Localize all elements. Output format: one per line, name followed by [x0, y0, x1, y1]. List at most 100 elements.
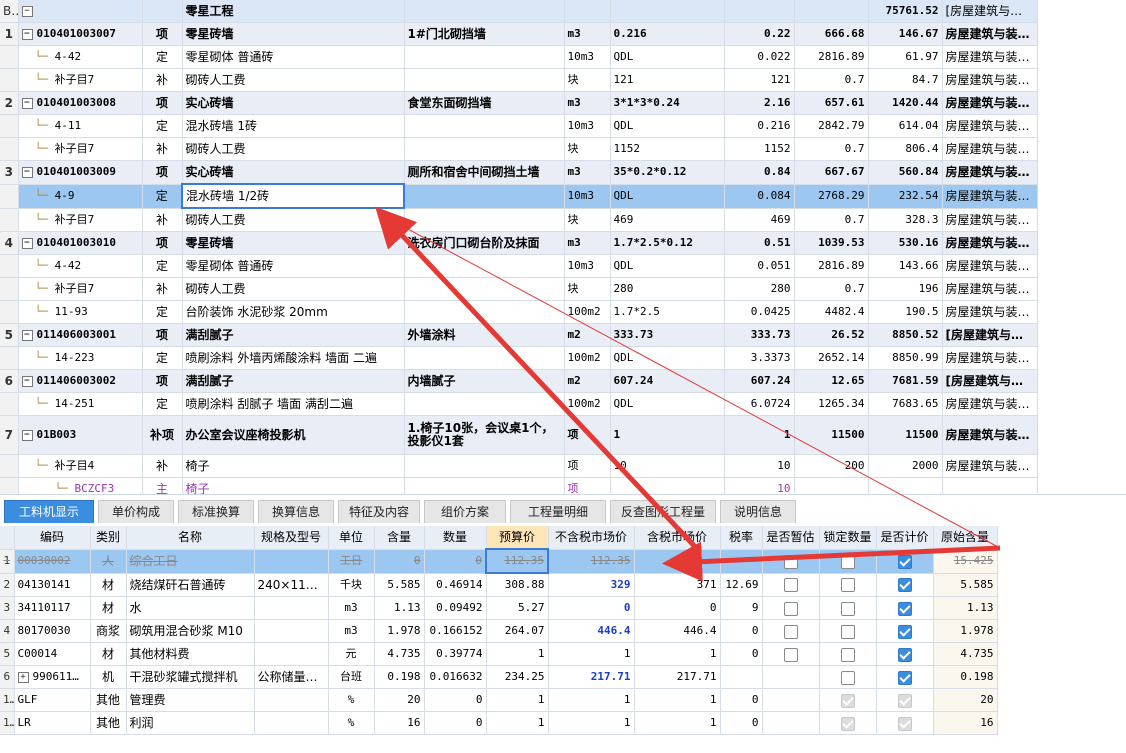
item-unit[interactable]: 块	[564, 137, 611, 161]
is-priced-checkbox[interactable]	[897, 578, 912, 593]
column-header-7[interactable]: 数量	[424, 526, 487, 550]
content[interactable]: 0.198	[374, 665, 425, 689]
total-price[interactable]: 84.7	[868, 68, 943, 92]
quantity[interactable]: 6.0724	[724, 392, 795, 416]
resource-category[interactable]: 人	[90, 549, 127, 574]
item-name[interactable]: 零星砌体 普通砖	[182, 254, 405, 278]
resource-row[interactable]: 4 80170030 商浆 砌筑用混合砂浆 M10 m3 1.978 0.166152 264…	[0, 619, 998, 643]
item-feature[interactable]	[404, 114, 565, 138]
total-price[interactable]: 530.16	[868, 231, 943, 255]
tax-rate[interactable]: 0	[720, 688, 763, 712]
specialty[interactable]: 房屋建筑与装…	[942, 68, 1038, 92]
item-unit[interactable]: 项	[564, 454, 611, 478]
quantity[interactable]: 0.051	[724, 254, 795, 278]
item-unit[interactable]: 10m3	[564, 114, 611, 138]
item-type[interactable]: 补	[142, 68, 183, 92]
unit-price[interactable]: 2816.89	[794, 254, 869, 278]
specialty[interactable]: 房屋建筑与装…	[942, 277, 1038, 301]
specialty[interactable]: 房屋建筑与装…	[942, 254, 1038, 278]
bill-row[interactable]: └─ 11-93 定台阶装饰 水泥砂浆 20mm 100m2 1.7*2.5 0.042…	[0, 300, 1038, 324]
row-number[interactable]	[0, 184, 19, 209]
tax-rate[interactable]	[720, 665, 763, 689]
quantity-expression[interactable]: QDL	[610, 392, 725, 416]
total-price[interactable]: 1420.44	[868, 91, 943, 115]
resource-category[interactable]: 材	[90, 642, 127, 666]
quantity[interactable]: 0.0425	[724, 300, 795, 324]
quantity[interactable]: 0.022	[724, 45, 795, 69]
quantity[interactable]: 0	[424, 549, 487, 574]
is-estimate-checkbox[interactable]	[783, 578, 798, 593]
specialty[interactable]: [房屋建筑与装…	[942, 369, 1038, 393]
resource-unit[interactable]: %	[328, 688, 375, 712]
tax-rate[interactable]: 0	[720, 642, 763, 666]
market-price-excl-tax[interactable]: 0	[548, 596, 635, 620]
is-priced-checkbox[interactable]	[897, 670, 912, 685]
market-price-incl-tax[interactable]: 1	[634, 642, 721, 666]
bill-row[interactable]: └─ 补子目7 补砌砖人工费块 280 280 0.7 196 房屋建筑与装…	[0, 277, 1038, 301]
quantity[interactable]: 0.84	[724, 160, 795, 185]
total-price[interactable]: 8850.99	[868, 346, 943, 370]
is-priced-cell[interactable]	[876, 642, 934, 666]
total-price[interactable]: 614.04	[868, 114, 943, 138]
item-name[interactable]: 办公室会议座椅投影机	[182, 415, 405, 455]
item-name[interactable]: 零星砖墙	[182, 22, 405, 46]
column-header-14[interactable]: 是否计价	[876, 526, 934, 550]
content[interactable]: 1.978	[374, 619, 425, 643]
market-price-excl-tax[interactable]: 1	[548, 711, 635, 735]
is-estimate-cell[interactable]	[762, 688, 820, 712]
item-feature[interactable]	[404, 45, 565, 69]
quantity[interactable]: 0.39774	[424, 642, 487, 666]
item-feature[interactable]: 1.椅子10张，会议桌1个，投影仪1套	[404, 415, 565, 455]
market-price-incl-tax[interactable]: 217.71	[634, 665, 721, 689]
item-feature[interactable]: 洗衣房门口砌台阶及抹面	[404, 231, 565, 255]
resource-name[interactable]: 利润	[126, 711, 255, 735]
resource-row[interactable]: 1 00030002 人综合工日 工日 0 0 112.35 112.35 15.425	[0, 548, 998, 574]
tax-rate[interactable]: 0	[720, 619, 763, 643]
item-name[interactable]: 实心砖墙	[182, 160, 405, 185]
unit-price[interactable]: 2816.89	[794, 45, 869, 69]
bill-row[interactable]: 4−010401003010 项零星砖墙 洗衣房门口砌台阶及抹面 m3 1.7*2.5*…	[0, 231, 1038, 255]
unit-price[interactable]: 2652.14	[794, 346, 869, 370]
row-number[interactable]: 4	[0, 231, 19, 255]
item-unit[interactable]: 块	[564, 208, 611, 232]
market-price-incl-tax[interactable]: 446.4	[634, 619, 721, 643]
quantity[interactable]: 0.22	[724, 22, 795, 46]
collapse-toggle-icon[interactable]: −	[21, 97, 33, 109]
column-header-9[interactable]: 不含税市场价	[548, 526, 635, 550]
unit-price[interactable]: 26.52	[794, 323, 869, 347]
item-feature[interactable]	[404, 346, 565, 370]
item-unit[interactable]: 10m3	[564, 254, 611, 278]
is-estimate-cell[interactable]	[762, 665, 820, 689]
quantity-expression[interactable]: 469	[610, 208, 725, 232]
resource-spec[interactable]	[254, 688, 329, 712]
resource-unit[interactable]: 千块	[328, 573, 375, 597]
resource-category[interactable]: 材	[90, 596, 127, 620]
item-type[interactable]: 补	[142, 277, 183, 301]
is-priced-checkbox[interactable]	[897, 693, 912, 708]
is-priced-checkbox[interactable]	[897, 601, 912, 616]
item-code[interactable]: −01B003	[18, 415, 143, 455]
column-header-8[interactable]: 预算价	[486, 526, 549, 550]
unit-price[interactable]: 4482.4	[794, 300, 869, 324]
item-unit[interactable]: 100m2	[564, 392, 611, 416]
lock-quantity-cell[interactable]	[819, 619, 877, 643]
lock-quantity-checkbox[interactable]	[840, 601, 855, 616]
market-price-incl-tax[interactable]: 1	[634, 711, 721, 735]
resource-name[interactable]: 其他材料费	[126, 642, 255, 666]
market-price-incl-tax[interactable]: 371	[634, 573, 721, 597]
tab-0[interactable]: 工料机显示	[4, 500, 94, 523]
resource-unit[interactable]: 工日	[328, 549, 375, 574]
unit-price[interactable]: 667.67	[794, 160, 869, 185]
total-price[interactable]: 7681.59	[868, 369, 943, 393]
item-unit[interactable]: 10m3	[564, 184, 611, 209]
row-number[interactable]: 1	[0, 22, 19, 46]
resource-code[interactable]: 00030002	[14, 549, 91, 574]
item-name[interactable]: 混水砖墙 1/2砖	[181, 183, 405, 209]
specialty[interactable]: 房屋建筑与装…	[942, 114, 1038, 138]
bill-row[interactable]: 5−011406003001 项满刮腻子 外墙涂料 m2 333.73 333.73 26.…	[0, 323, 1038, 347]
quantity[interactable]: 0	[424, 711, 487, 735]
item-unit[interactable]: m2	[564, 323, 611, 347]
row-number[interactable]: 5	[0, 642, 15, 666]
total-price[interactable]: 190.5	[868, 300, 943, 324]
lock-quantity-cell[interactable]	[819, 665, 877, 689]
